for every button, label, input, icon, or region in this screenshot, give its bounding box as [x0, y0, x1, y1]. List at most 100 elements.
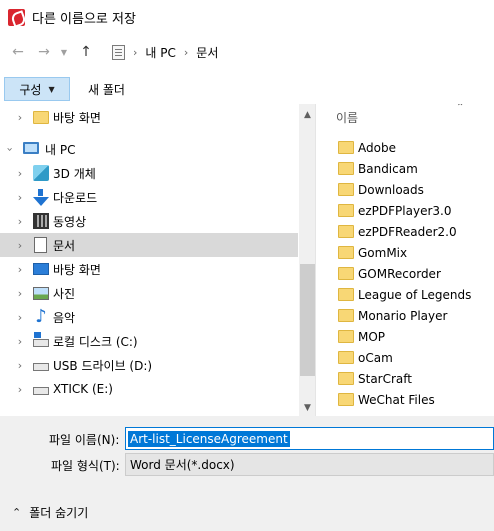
tree-item-label: 내 PC — [45, 142, 76, 157]
list-item[interactable]: Adobe — [338, 137, 396, 158]
tree-item-label: 문서 — [53, 238, 76, 253]
filename-input[interactable]: Art-list_LicenseAgreement — [125, 427, 494, 450]
chevron-right-icon[interactable]: › — [14, 215, 26, 228]
list-item[interactable]: StarCraft — [338, 368, 412, 389]
tree-item-3d-objects[interactable]: › 3D 개체 — [0, 161, 298, 185]
list-item-label: ezPDFReader2.0 — [358, 224, 457, 239]
list-item[interactable]: MOP — [338, 326, 385, 347]
scrollbar-thumb[interactable] — [300, 264, 315, 376]
filetype-value: Word 문서(*.docx) — [130, 458, 235, 472]
list-item[interactable]: GOMRecorder — [338, 263, 441, 284]
list-item-label: Monario Player — [358, 308, 448, 323]
title-bar: 다른 이름으로 저장 — [0, 0, 494, 34]
list-item[interactable]: Monario Player — [338, 305, 447, 326]
scroll-down-icon[interactable]: ▼ — [299, 399, 316, 416]
filename-value: Art-list_LicenseAgreement — [128, 430, 290, 447]
filetype-label: 파일 형식(T): — [51, 459, 120, 473]
arrow-right-icon: → — [38, 44, 50, 60]
organize-button[interactable]: 구성 ▼ — [4, 77, 70, 101]
tree-item-desktop[interactable]: › 바탕 화면 — [0, 257, 298, 281]
scroll-up-icon[interactable]: ▲ — [299, 106, 316, 123]
tree-item-local-disk-c[interactable]: › 로컬 디스크 (C:) — [0, 329, 298, 353]
organize-label: 구성 — [19, 82, 42, 97]
list-item[interactable]: Bandicam — [338, 158, 418, 179]
navigation-bar: ← → ▼ ↑ › 내 PC › 문서 — [0, 38, 494, 66]
tree-item-this-pc[interactable]: › 내 PC — [0, 137, 298, 161]
navigation-scrollbar[interactable]: ▲ ▼ — [299, 104, 316, 416]
tree-item-xtick-e[interactable]: › XTICK (E:) — [0, 377, 298, 401]
breadcrumb-item-pc[interactable]: 내 PC — [145, 44, 175, 61]
new-folder-button[interactable]: 새 폴더 — [88, 81, 125, 98]
breadcrumb-chevron-icon: › — [133, 45, 138, 59]
chevron-right-icon[interactable]: › — [14, 239, 26, 252]
list-item[interactable]: ezPDFPlayer3.0 — [338, 200, 452, 221]
drive-icon — [33, 332, 49, 347]
tree-item-label: 음악 — [53, 310, 76, 325]
picture-icon — [33, 287, 49, 300]
tree-item-label: USB 드라이브 (D:) — [53, 358, 153, 373]
list-item[interactable]: Downloads — [338, 179, 424, 200]
tree-item-label: 바탕 화면 — [53, 110, 101, 125]
list-item[interactable]: League of Legends — [338, 284, 471, 305]
chevron-right-icon[interactable]: › — [14, 191, 26, 204]
folder-icon — [338, 288, 354, 301]
folder-icon — [33, 111, 49, 124]
list-item[interactable]: WeChat Files — [338, 389, 435, 410]
chevron-right-icon[interactable]: › — [14, 263, 26, 276]
chevron-down-icon[interactable]: › — [4, 143, 17, 155]
filetype-select[interactable]: Word 문서(*.docx) — [125, 453, 494, 476]
tree-item-label: 3D 개체 — [53, 166, 96, 181]
tree-item-videos[interactable]: › 동영상 — [0, 209, 298, 233]
tree-item-usb-drive-d[interactable]: › USB 드라이브 (D:) — [0, 353, 298, 377]
list-item[interactable]: GomMix — [338, 242, 407, 263]
folder-icon — [338, 309, 354, 322]
hide-folders-label: 폴더 숨기기 — [29, 506, 89, 520]
chevron-down-icon: ▼ — [60, 47, 68, 57]
chevron-right-icon[interactable]: › — [14, 167, 26, 180]
usb-drive-icon — [33, 363, 49, 371]
tree-item-pictures[interactable]: › 사진 — [0, 281, 298, 305]
recent-locations-button[interactable]: ▼ — [57, 41, 71, 63]
folder-icon — [338, 183, 354, 196]
forward-button[interactable]: → — [33, 41, 55, 63]
tree-item-label: 다운로드 — [53, 190, 98, 205]
chevron-right-icon[interactable]: › — [14, 383, 26, 396]
chevron-right-icon[interactable]: › — [14, 335, 26, 348]
list-item-label: MOP — [358, 329, 386, 344]
arrow-left-icon: ← — [12, 44, 24, 60]
address-bar[interactable]: › 내 PC › 문서 — [106, 38, 494, 66]
save-as-dialog: 다른 이름으로 저장 ← → ▼ ↑ › 내 PC › 문서 구성 ▼ 새 폴더 — [0, 0, 494, 531]
folder-icon — [338, 351, 354, 364]
back-button[interactable]: ← — [7, 41, 29, 63]
acrobat-icon — [8, 8, 25, 26]
caret-down-icon: ▼ — [48, 84, 55, 94]
list-item-label: GOMRecorder — [358, 266, 441, 281]
tree-item-documents[interactable]: › 문서 — [0, 233, 298, 257]
list-item[interactable]: oCam — [338, 347, 393, 368]
arrow-up-icon: ↑ — [80, 44, 92, 60]
filename-label: 파일 이름(N): — [49, 433, 120, 447]
list-item-label: oCam — [358, 350, 393, 365]
tree-item-desktop-quick[interactable]: › 바탕 화면 — [0, 105, 298, 129]
list-item-label: Bandicam — [358, 161, 418, 176]
column-header-name[interactable]: 이름 — [336, 109, 358, 126]
list-item-label: Downloads — [358, 182, 424, 197]
tree-item-label: 사진 — [53, 286, 76, 301]
sort-ascending-icon: ⌃ — [456, 104, 465, 113]
up-button[interactable]: ↑ — [75, 41, 97, 63]
folder-icon — [338, 204, 354, 217]
list-item-label: League of Legends — [358, 287, 472, 302]
chevron-right-icon[interactable]: › — [14, 359, 26, 372]
tree-item-music[interactable]: › ♪ 음악 — [0, 305, 298, 329]
video-icon — [33, 213, 49, 229]
desktop-icon — [33, 263, 49, 275]
folder-icon — [338, 246, 354, 259]
chevron-right-icon[interactable]: › — [14, 287, 26, 300]
hide-folders-button[interactable]: ⌃ 폴더 숨기기 — [12, 504, 88, 521]
chevron-right-icon[interactable]: › — [14, 311, 26, 324]
chevron-right-icon[interactable]: › — [14, 111, 26, 124]
list-item[interactable]: ezPDFReader2.0 — [338, 221, 457, 242]
tree-item-downloads[interactable]: › 다운로드 — [0, 185, 298, 209]
breadcrumb-item-documents[interactable]: 문서 — [196, 44, 218, 61]
document-icon — [34, 237, 47, 253]
